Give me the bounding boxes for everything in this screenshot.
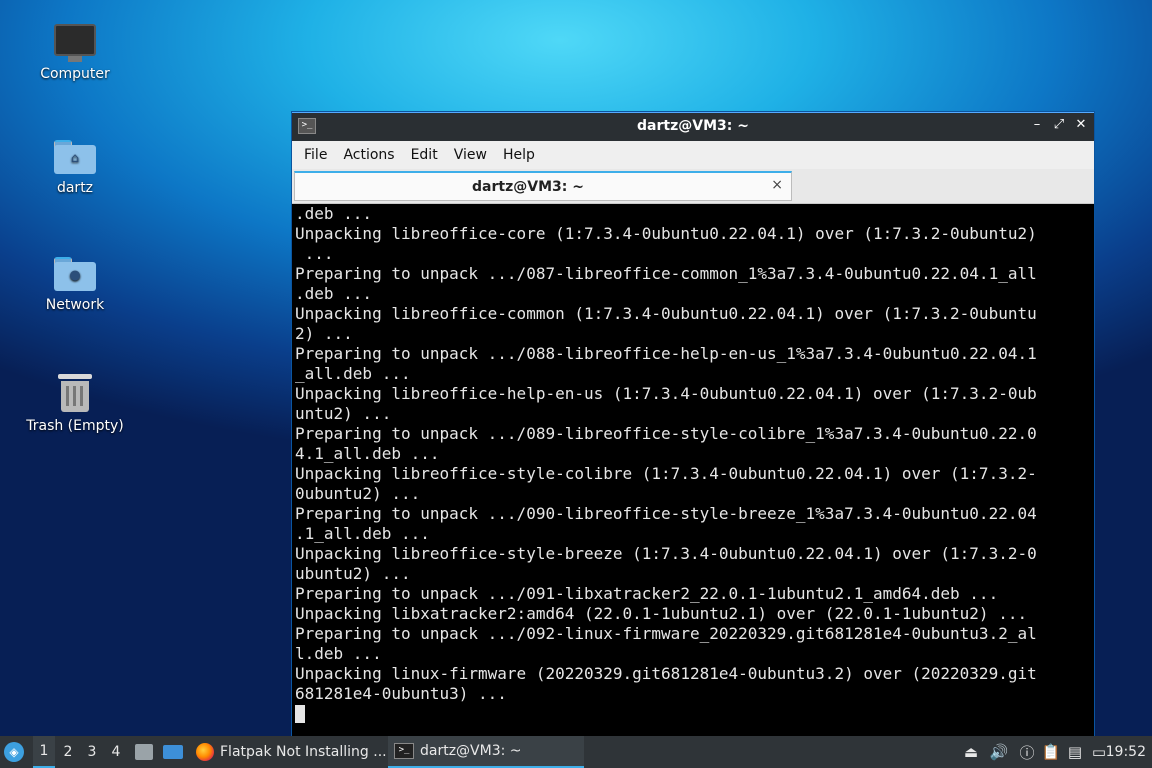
menu-actions[interactable]: Actions (335, 147, 402, 163)
network-folder-icon: ● (54, 257, 96, 291)
menu-edit[interactable]: Edit (403, 147, 446, 163)
workspace-3[interactable]: 3 (81, 736, 103, 768)
show-desktop-button[interactable] (160, 736, 186, 768)
menu-view[interactable]: View (446, 147, 495, 163)
update-notifier-icon: ⓘ (1019, 743, 1035, 762)
desktop-icon-computer[interactable]: Computer (20, 24, 130, 82)
update-tray-button[interactable]: ⓘ (1016, 736, 1038, 768)
terminal-icon: >_ (394, 743, 414, 759)
menu-file[interactable]: File (296, 147, 335, 163)
minimize-button[interactable]: – (1030, 117, 1044, 132)
desktop-icon-label: Network (45, 297, 105, 313)
network-icon: ▤ (1067, 743, 1083, 761)
terminal-cursor (295, 705, 305, 723)
volume-tray-button[interactable]: 🔊 (988, 736, 1010, 768)
trash-icon (58, 372, 92, 412)
window-titlebar[interactable]: >_ dartz@VM3: ~ – ⤢ ✕ (292, 112, 1094, 141)
clipboard-tray-button[interactable]: 📋 (1040, 736, 1062, 768)
desktop-icon-trash[interactable]: Trash (Empty) (20, 372, 130, 434)
volume-icon: 🔊 (989, 743, 1009, 761)
eject-tray-button[interactable]: ⏏ (960, 736, 982, 768)
desktop-icon-network[interactable]: ● Network (20, 257, 130, 313)
menu-bar: File Actions Edit View Help (292, 141, 1094, 169)
close-button[interactable]: ✕ (1074, 117, 1088, 132)
file-manager-launcher[interactable] (132, 736, 156, 768)
computer-icon (54, 24, 96, 62)
start-menu-button[interactable]: ◈ (4, 736, 30, 768)
clock[interactable]: 19:52 (1106, 736, 1146, 768)
desktop-icon-label: dartz (56, 180, 94, 196)
terminal-window: >_ dartz@VM3: ~ – ⤢ ✕ File Actions Edit … (292, 112, 1094, 740)
maximize-button[interactable]: ⤢ (1052, 117, 1066, 132)
desktop-icon-label: Computer (40, 66, 110, 82)
workspace-4[interactable]: 4 (105, 736, 127, 768)
window-title: dartz@VM3: ~ (637, 118, 749, 134)
eject-icon: ⏏ (963, 743, 979, 761)
workspace-1[interactable]: 1 (33, 736, 55, 768)
task-firefox[interactable]: Flatpak Not Installing ... (190, 736, 398, 768)
network-tray-button[interactable]: ▤ (1064, 736, 1086, 768)
task-label: Flatpak Not Installing ... (220, 744, 387, 760)
tab-terminal[interactable]: dartz@VM3: ~ × (294, 171, 792, 201)
task-label: dartz@VM3: ~ (420, 743, 522, 759)
battery-icon: ▭ (1091, 743, 1107, 761)
tab-label: dartz@VM3: ~ (472, 179, 584, 195)
menu-help[interactable]: Help (495, 147, 543, 163)
desktop-icon (163, 745, 183, 759)
terminal-text: .deb ... Unpacking libreoffice-core (1:7… (295, 204, 1037, 703)
home-folder-icon: ⌂ (54, 140, 96, 174)
task-terminal[interactable]: >_ dartz@VM3: ~ (388, 736, 584, 768)
clipboard-icon: 📋 (1041, 743, 1061, 761)
tab-bar: dartz@VM3: ~ × (292, 169, 1094, 204)
desktop-icon-home[interactable]: ⌂ dartz (20, 140, 130, 196)
file-manager-icon (135, 744, 153, 760)
lubuntu-logo-icon: ◈ (4, 742, 24, 762)
tab-close-icon[interactable]: × (771, 177, 783, 193)
taskbar: ◈ 1 2 3 4 Flatpak Not Installing ... >_ … (0, 736, 1152, 768)
firefox-icon (196, 743, 214, 761)
terminal-output[interactable]: .deb ... Unpacking libreoffice-core (1:7… (292, 204, 1094, 740)
workspace-2[interactable]: 2 (57, 736, 79, 768)
desktop-icon-label: Trash (Empty) (26, 418, 124, 434)
